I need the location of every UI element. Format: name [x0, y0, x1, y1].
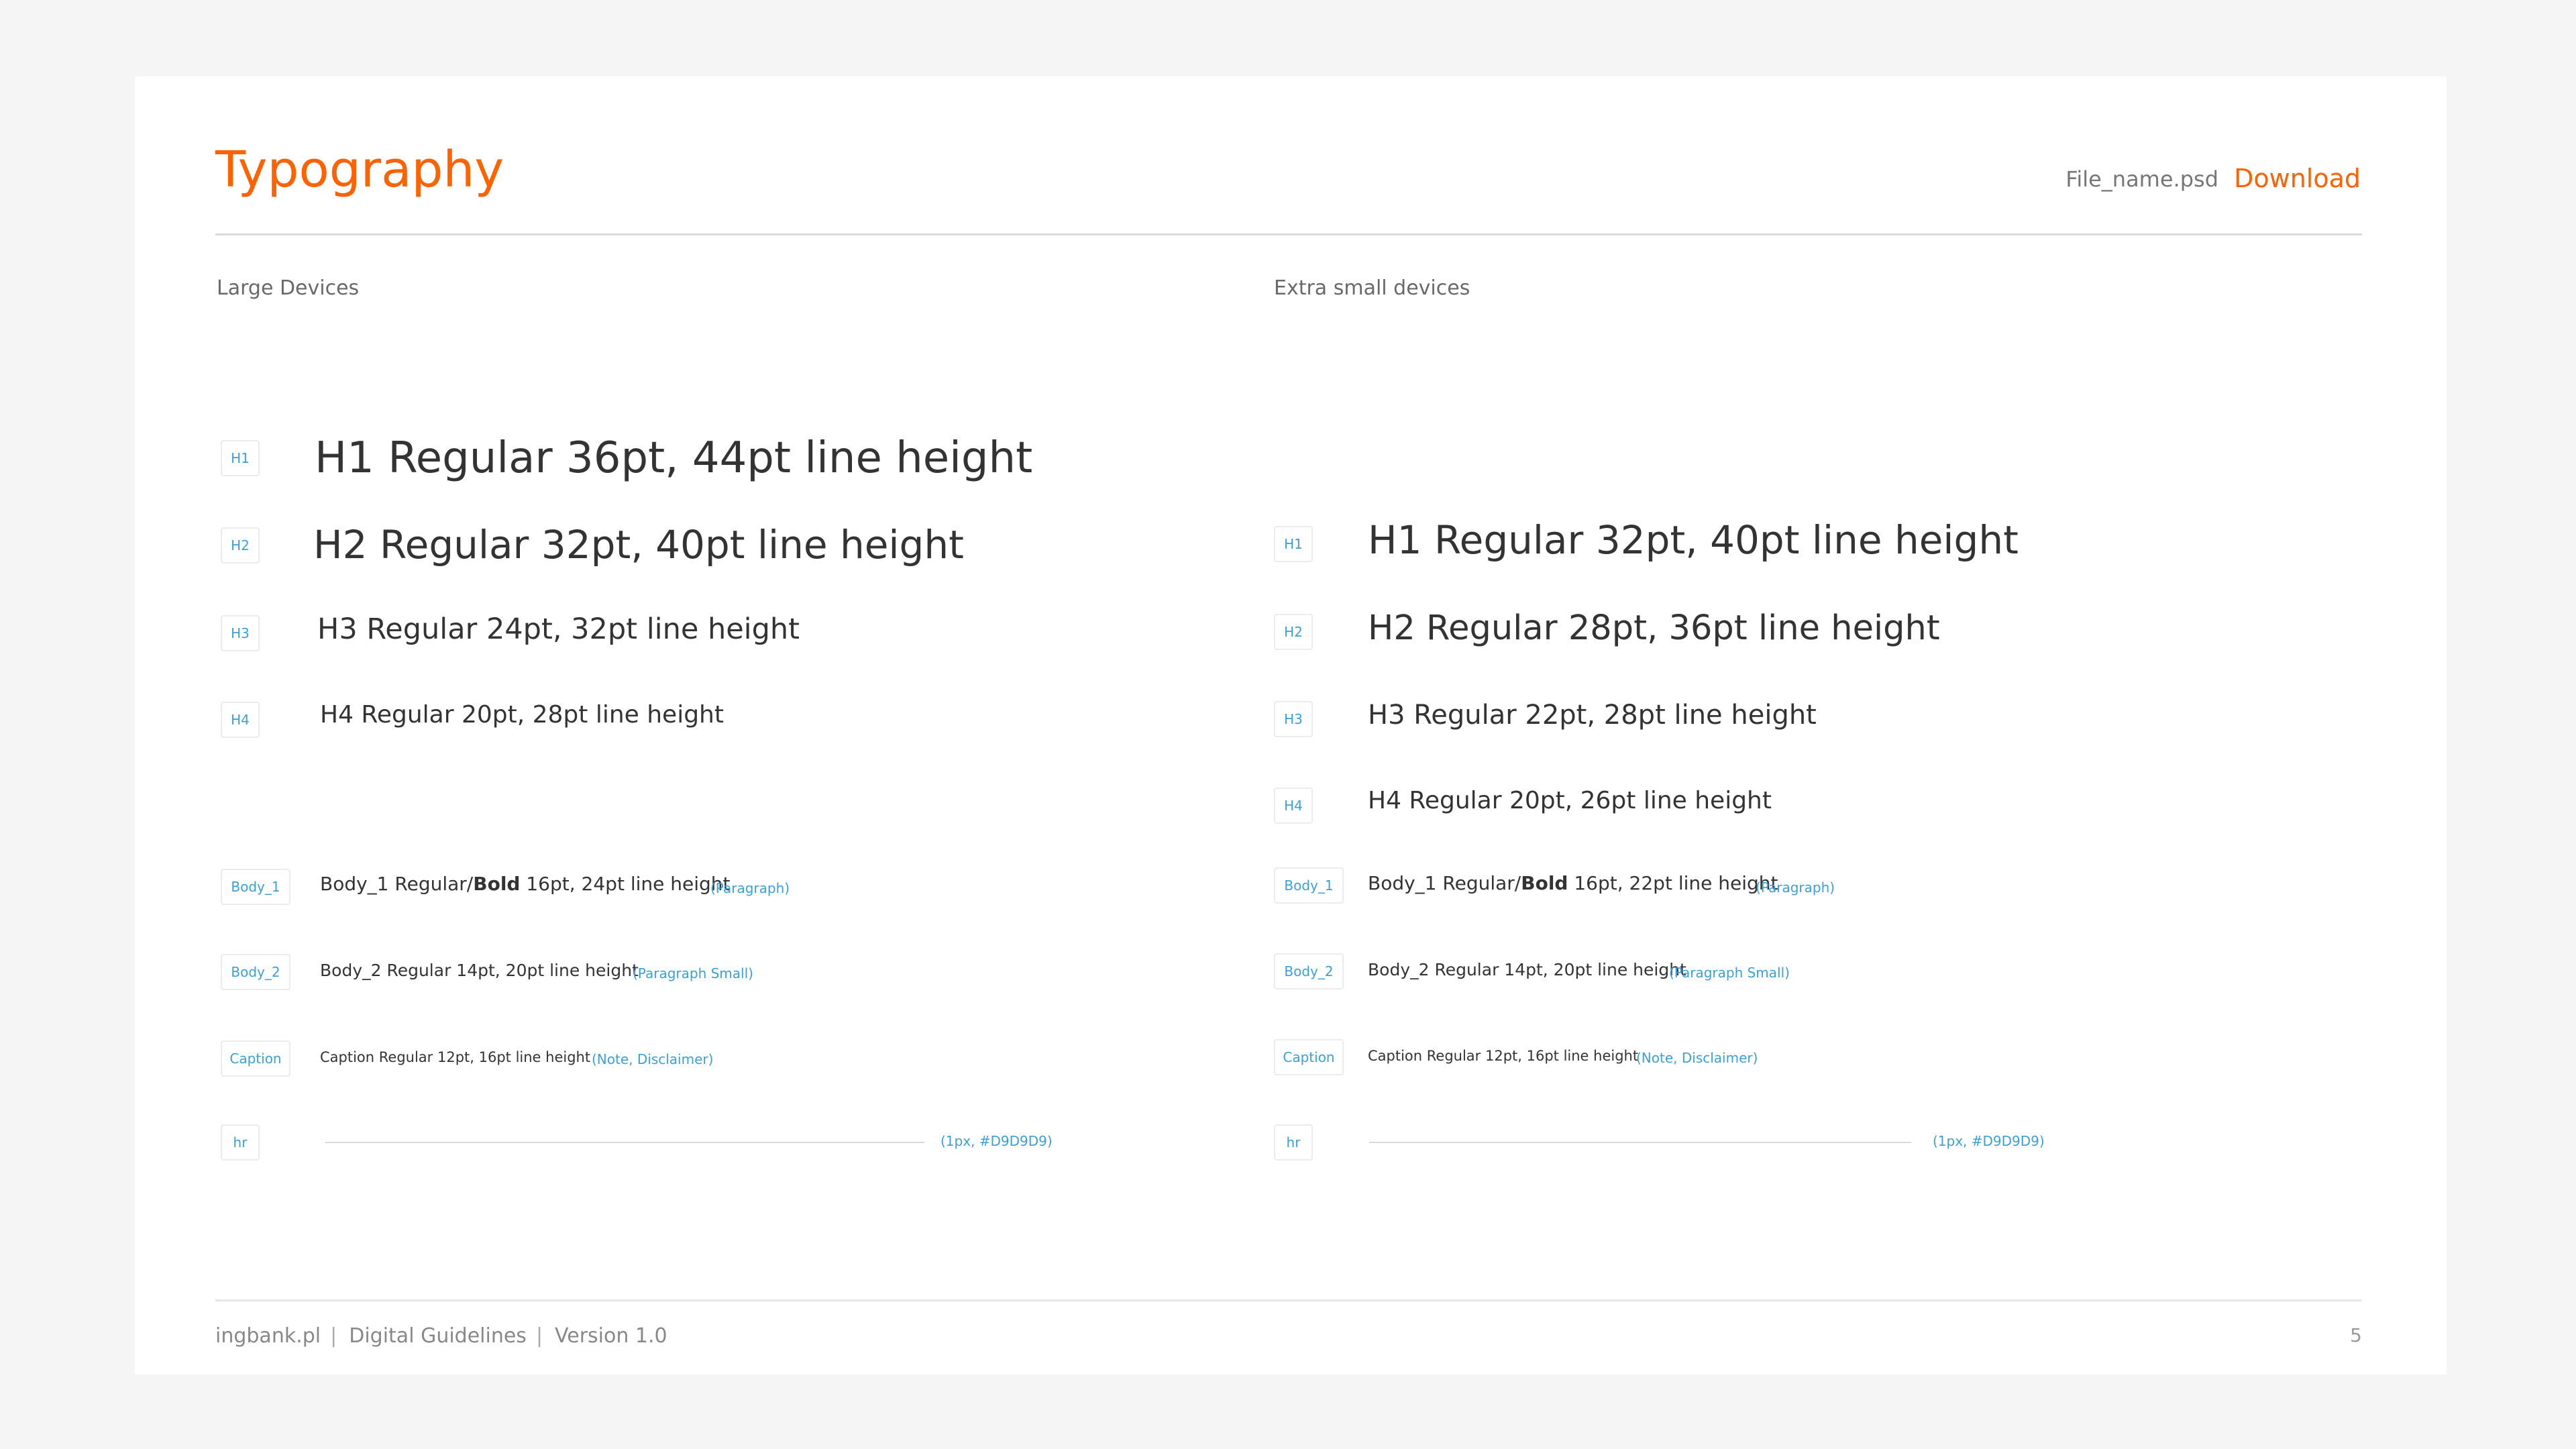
tag-h4: H4: [1274, 788, 1313, 824]
footer-divider: [215, 1299, 2362, 1301]
tag-h3: H3: [1274, 701, 1313, 737]
file-name: File_name.psd: [2065, 166, 2218, 192]
guideline-page: Typography File_name.psd Download Large …: [135, 76, 2447, 1375]
tag-body-1: Body_1: [221, 869, 290, 905]
tag-hr: hr: [1274, 1124, 1313, 1161]
note-body-1: (Paragraph): [710, 880, 790, 896]
note-body-1: (Paragraph): [1756, 879, 1835, 896]
sample-h4: H4 Regular 20pt, 26pt line height: [1368, 787, 1772, 814]
footer: ingbank.pl | Digital Guidelines | Version 1.…: [215, 1324, 667, 1348]
tag-caption: Caption: [221, 1040, 290, 1077]
download-link[interactable]: Download: [2234, 164, 2361, 193]
tag-body-2: Body_2: [1274, 953, 1344, 989]
sample-caption: Caption Regular 12pt, 16pt line height: [1368, 1048, 1639, 1064]
tag-h2: H2: [221, 527, 260, 564]
sample-body-1: Body_1 Regular/Bold 16pt, 22pt line heig…: [1368, 872, 1778, 894]
column-heading-large: Large Devices: [217, 276, 360, 300]
page-number: 5: [2350, 1324, 2362, 1346]
note-hr: (1px, #D9D9D9): [1933, 1133, 2045, 1149]
sample-body-2: Body_2 Regular 14pt, 20pt line height: [1368, 960, 1686, 979]
column-heading-xs: Extra small devices: [1274, 276, 1470, 300]
note-caption: (Note, Disclaimer): [1636, 1050, 1758, 1066]
tag-h3: H3: [221, 615, 260, 651]
page-title: Typography: [215, 141, 504, 199]
footer-section: Digital Guidelines: [349, 1324, 527, 1348]
tag-caption: Caption: [1274, 1039, 1344, 1075]
sample-caption: Caption Regular 12pt, 16pt line height: [320, 1049, 591, 1065]
sample-h2: H2 Regular 28pt, 36pt line height: [1368, 608, 1940, 648]
sample-h3: H3 Regular 22pt, 28pt line height: [1368, 700, 1817, 731]
note-hr: (1px, #D9D9D9): [941, 1133, 1053, 1149]
tag-h1: H1: [221, 440, 260, 476]
tag-h2: H2: [1274, 614, 1313, 650]
hr-sample-line: [1369, 1142, 1911, 1143]
note-caption: (Note, Disclaimer): [592, 1051, 714, 1067]
header-divider: [215, 233, 2362, 235]
sample-h3: H3 Regular 24pt, 32pt line height: [317, 612, 800, 646]
tag-h1: H1: [1274, 526, 1313, 562]
hr-sample-line: [325, 1142, 924, 1143]
sample-h1: H1 Regular 36pt, 44pt line height: [315, 433, 1033, 483]
sample-h4: H4 Regular 20pt, 28pt line height: [320, 701, 724, 729]
tag-body-2: Body_2: [221, 954, 290, 990]
note-body-2: (Paragraph Small): [633, 965, 753, 981]
sample-h2: H2 Regular 32pt, 40pt line height: [313, 522, 964, 568]
tag-h4: H4: [221, 702, 260, 738]
footer-site: ingbank.pl: [215, 1324, 321, 1348]
sample-body-1: Body_1 Regular/Bold 16pt, 24pt line heig…: [320, 873, 731, 895]
tag-hr: hr: [221, 1124, 260, 1161]
footer-version: Version 1.0: [555, 1324, 667, 1348]
note-body-2: (Paragraph Small): [1669, 965, 1790, 981]
sample-h1: H1 Regular 32pt, 40pt line height: [1368, 517, 2019, 563]
tag-body-1: Body_1: [1274, 867, 1344, 904]
sample-body-2: Body_2 Regular 14pt, 20pt line height: [320, 961, 639, 980]
